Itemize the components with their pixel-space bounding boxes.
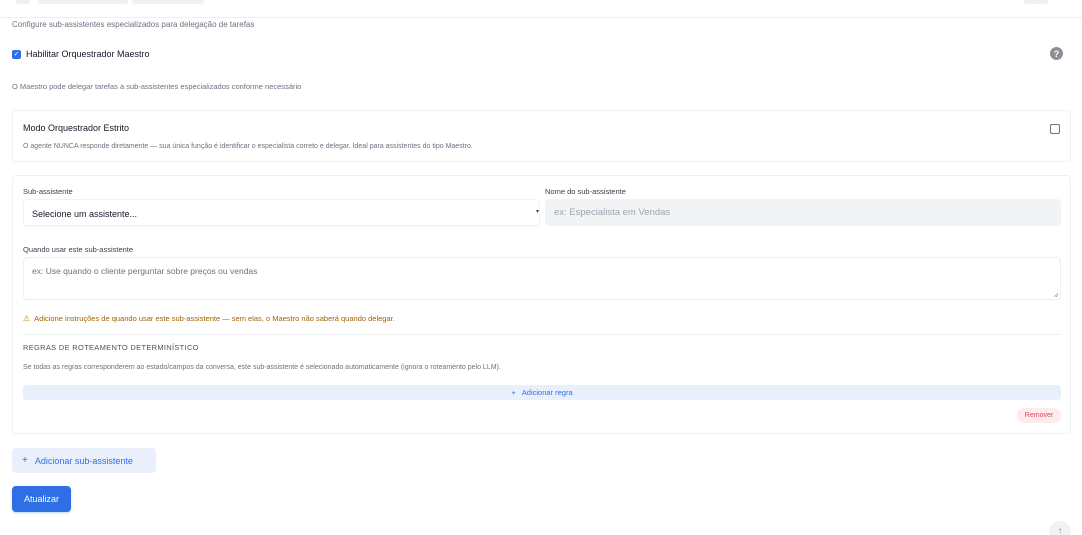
when-to-use-textarea[interactable]: ex: Use quando o cliente perguntar sobre… xyxy=(23,257,1061,300)
divider xyxy=(23,334,1061,335)
warning-triangle-icon: ⚠ xyxy=(23,314,31,323)
arrow-up-icon: ↑ xyxy=(1058,526,1062,535)
missing-instructions-warning: ⚠ Adicione instruções de quando usar est… xyxy=(23,314,395,323)
strict-mode-title: Modo Orquestrador Estrito xyxy=(23,123,130,133)
warning-text: Adicione instruções de quando usar este … xyxy=(34,314,395,323)
when-to-use-placeholder: ex: Use quando o cliente perguntar sobre… xyxy=(32,266,258,276)
sub-assistant-card: Sub-assistente Nome do sub-assistente Se… xyxy=(12,175,1071,434)
top-bar-ghost-item xyxy=(1024,0,1048,4)
top-bar xyxy=(0,0,1082,18)
top-bar-ghost-item xyxy=(132,0,204,4)
sub-assistant-name-placeholder: ex: Especialista em Vendas xyxy=(554,207,671,218)
strict-mode-description: O agente NUNCA responde diretamente — su… xyxy=(23,143,473,150)
plus-icon: + xyxy=(511,388,516,397)
routing-rules-heading: REGRAS DE ROTEAMENTO DETERMINÍSTICO xyxy=(23,343,199,352)
routing-rules-description: Se todas as regras corresponderem ao est… xyxy=(23,364,501,371)
top-bar-ghost-item xyxy=(16,0,30,4)
add-rule-label: Adicionar regra xyxy=(521,388,573,397)
scroll-to-top-button[interactable]: ↑ xyxy=(1049,521,1071,535)
strict-mode-checkbox[interactable] xyxy=(1050,124,1060,134)
chevron-down-icon: ▾ xyxy=(535,209,539,215)
sub-assistant-name-label: Nome do sub-assistente xyxy=(545,187,626,196)
enable-orchestrator-row[interactable]: ✓ Habilitar Orquestrador Maestro xyxy=(12,49,150,59)
sub-assistant-select[interactable]: Selecione um assistente... ▾ xyxy=(23,199,540,226)
plus-icon: + xyxy=(22,455,28,466)
orchestrator-description: O Maestro pode delegar tarefas a sub-ass… xyxy=(12,82,302,91)
update-button[interactable]: Atualizar xyxy=(12,486,71,512)
sub-assistant-select-value: Selecione um assistente... xyxy=(32,209,138,219)
add-rule-button[interactable]: + Adicionar regra xyxy=(23,385,1061,400)
strict-mode-card: Modo Orquestrador Estrito O agente NUNCA… xyxy=(12,110,1071,162)
sub-assistant-select-label: Sub-assistente xyxy=(23,187,73,196)
top-bar-ghost-item xyxy=(38,0,128,4)
sub-assistant-name-input[interactable]: ex: Especialista em Vendas xyxy=(545,199,1061,226)
add-sub-assistant-button[interactable]: + Adicionar sub-assistente xyxy=(12,448,156,473)
section-subtitle: Configure sub-assistentes especializados… xyxy=(12,20,255,29)
add-sub-assistant-label: Adicionar sub-assistente xyxy=(34,455,133,466)
enable-orchestrator-label[interactable]: Habilitar Orquestrador Maestro xyxy=(26,49,150,59)
when-to-use-label: Quando usar este sub-assistente xyxy=(23,245,134,254)
enable-orchestrator-checkbox[interactable]: ✓ xyxy=(12,49,21,59)
resize-handle-icon[interactable] xyxy=(1053,292,1059,298)
question-circle-icon[interactable]: ? xyxy=(1050,47,1063,60)
remove-sub-assistant-button[interactable]: Remover xyxy=(1017,408,1061,423)
